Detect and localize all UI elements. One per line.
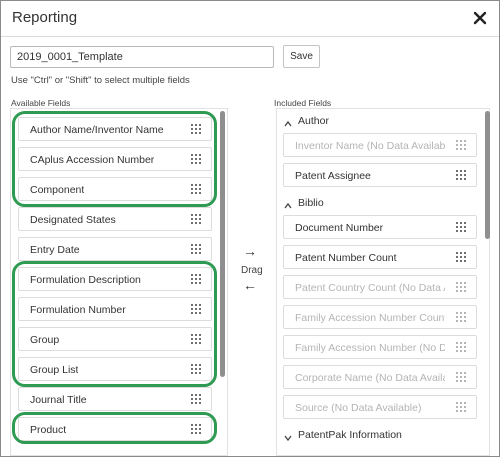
drag-handle-icon[interactable]: [191, 274, 202, 285]
field-label: Inventor Name (No Data Available): [295, 140, 445, 152]
section-biblio[interactable]: Biblio: [283, 197, 473, 213]
drag-handle-icon[interactable]: [191, 124, 202, 135]
drag-handle-icon[interactable]: [191, 334, 202, 345]
included-scrollbar[interactable]: [485, 111, 490, 239]
field-label: Formulation Description: [30, 274, 141, 286]
field-label: CAplus Accession Number: [30, 154, 155, 166]
field-label: Patent Number Count: [295, 252, 397, 264]
drag-handle-icon[interactable]: [191, 394, 202, 405]
available-field-item[interactable]: Formulation Description: [18, 267, 212, 291]
field-label: Patent Country Count (No Data Av...: [295, 282, 445, 294]
available-field-item[interactable]: Component: [18, 177, 212, 201]
field-label: Group List: [30, 364, 79, 376]
close-icon[interactable]: [471, 9, 489, 27]
field-label: Author Name/Inventor Name: [30, 124, 164, 136]
available-scrollbar[interactable]: [220, 111, 225, 377]
included-field-item[interactable]: Corporate Name (No Data Available): [283, 365, 477, 389]
included-field-item[interactable]: Patent Number Count: [283, 245, 477, 269]
included-fields-label: Included Fields: [274, 98, 332, 108]
field-label: Product: [30, 424, 67, 436]
drag-handle-icon[interactable]: [191, 244, 202, 255]
included-field-item[interactable]: Document Number: [283, 215, 477, 239]
drag-handle-icon[interactable]: [456, 252, 467, 263]
included-field-item[interactable]: Family Accession Number (No Data...: [283, 335, 477, 359]
move-left-arrow-icon[interactable]: ←: [243, 277, 257, 293]
field-label: Corporate Name (No Data Available): [295, 372, 445, 384]
field-label: Group: [30, 334, 60, 346]
field-label: Patent Assignee: [295, 170, 371, 182]
available-field-item[interactable]: Entry Date: [18, 237, 212, 261]
drag-label: Drag: [241, 265, 263, 276]
available-field-item[interactable]: Group: [18, 327, 212, 351]
available-field-item[interactable]: Formulation Number: [18, 297, 212, 321]
available-field-item[interactable]: Designated States: [18, 207, 212, 231]
included-field-item[interactable]: Inventor Name (No Data Available): [283, 133, 477, 157]
included-field-item[interactable]: Patent Country Count (No Data Av...: [283, 275, 477, 299]
included-field-item[interactable]: Family Accession Number Count (...: [283, 305, 477, 329]
section-label: Biblio: [298, 197, 324, 209]
included-field-item[interactable]: Source (No Data Available): [283, 395, 477, 419]
section-author[interactable]: Author: [283, 115, 473, 131]
selection-hint: Use "Ctrl" or "Shift" to select multiple…: [11, 75, 190, 86]
available-field-item[interactable]: Group List: [18, 357, 212, 381]
chevron-up-icon[interactable]: [283, 116, 293, 127]
drag-handle-icon[interactable]: [456, 222, 467, 233]
chevron-down-icon[interactable]: [283, 430, 293, 442]
field-label: Source (No Data Available): [295, 402, 422, 414]
available-field-item[interactable]: CAplus Accession Number: [18, 147, 212, 171]
drag-handle-icon[interactable]: [191, 184, 202, 195]
available-fields-label: Available Fields: [11, 98, 71, 108]
field-label: Component: [30, 184, 85, 196]
available-field-item[interactable]: Author Name/Inventor Name: [18, 117, 212, 141]
drag-handle-icon[interactable]: [191, 214, 202, 225]
chevron-up-icon[interactable]: [283, 198, 293, 209]
dialog-title: Reporting: [12, 9, 78, 26]
field-label: Family Accession Number Count (...: [295, 312, 445, 324]
drag-handle-icon[interactable]: [456, 170, 467, 181]
drag-handle-icon[interactable]: [456, 372, 467, 383]
field-label: Formulation Number: [30, 304, 126, 316]
field-label: Document Number: [295, 222, 384, 234]
drag-handle-icon[interactable]: [191, 154, 202, 165]
dialog-header: Reporting: [1, 1, 499, 37]
drag-handle-icon[interactable]: [456, 312, 467, 323]
section-label: Author: [298, 115, 329, 127]
reporting-dialog: Reporting Save Use "Ctrl" or "Shift" to …: [0, 0, 500, 457]
drag-handle-icon[interactable]: [456, 402, 467, 413]
available-field-item[interactable]: Product: [18, 417, 212, 441]
section-label: PatentPak Information: [298, 429, 402, 441]
included-field-item[interactable]: Patent Assignee: [283, 163, 477, 187]
drag-handle-icon[interactable]: [191, 304, 202, 315]
drag-handle-icon[interactable]: [456, 342, 467, 353]
field-label: Designated States: [30, 214, 116, 226]
drag-handle-icon[interactable]: [456, 282, 467, 293]
template-name-input[interactable]: [10, 46, 274, 68]
move-right-arrow-icon[interactable]: →: [243, 243, 257, 259]
drag-handle-icon[interactable]: [456, 140, 467, 151]
field-label: Family Accession Number (No Data...: [295, 342, 445, 354]
available-field-item[interactable]: Journal Title: [18, 387, 212, 411]
drag-handle-icon[interactable]: [191, 424, 202, 435]
field-label: Journal Title: [30, 394, 87, 406]
drag-handle-icon[interactable]: [191, 364, 202, 375]
section-patentpak-information[interactable]: PatentPak Information: [283, 429, 473, 445]
save-button[interactable]: Save: [283, 45, 320, 68]
field-label: Entry Date: [30, 244, 80, 256]
